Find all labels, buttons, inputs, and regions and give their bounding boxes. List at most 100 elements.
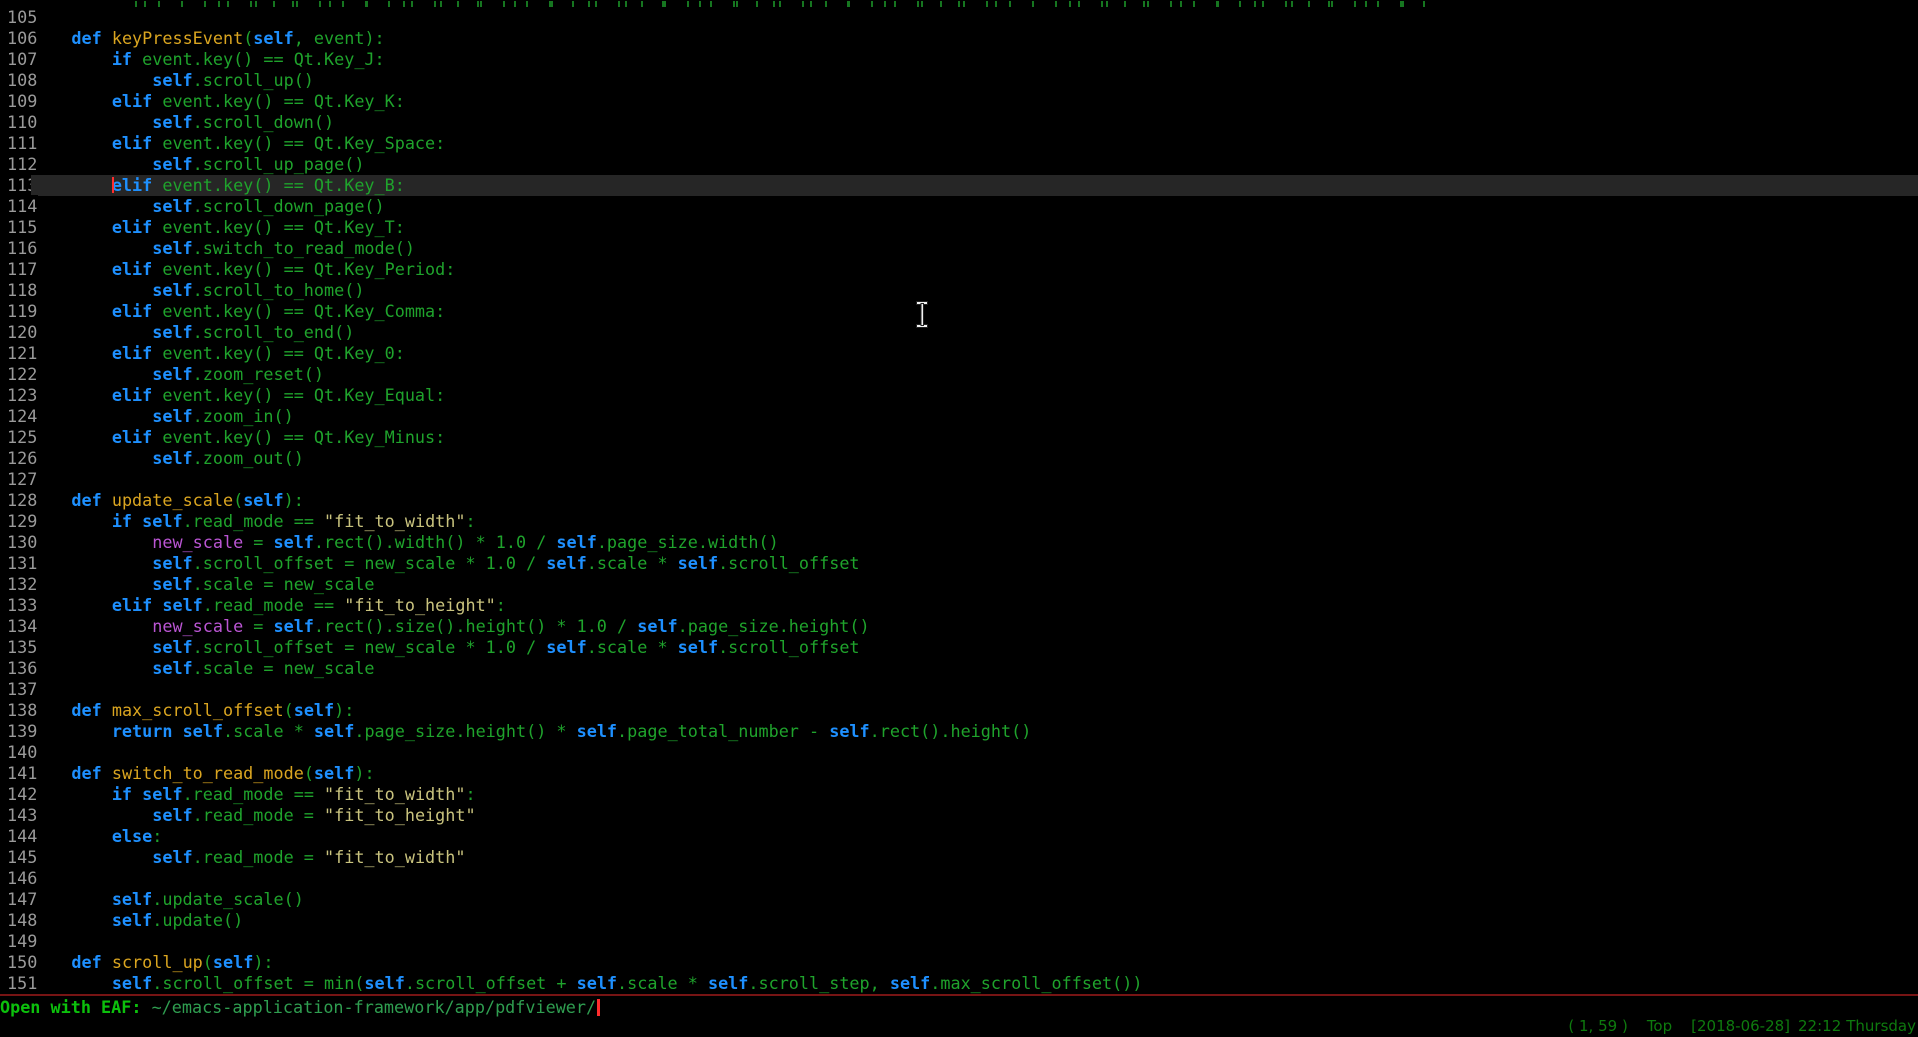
- code-line[interactable]: 122 self.zoom_reset(): [0, 364, 1918, 385]
- code-text: elif event.key() == Qt.Key_Period:: [31, 259, 455, 279]
- code-line[interactable]: 131 self.scroll_offset = new_scale * 1.0…: [0, 553, 1918, 574]
- code-line[interactable]: 147 self.update_scale(): [0, 889, 1918, 910]
- code-text: else:: [31, 826, 162, 846]
- code-line[interactable]: 141 def switch_to_read_mode(self):: [0, 763, 1918, 784]
- code-line[interactable]: 105: [0, 7, 1918, 28]
- code-line[interactable]: 112 self.scroll_up_page(): [0, 154, 1918, 175]
- code-line[interactable]: 132 self.scale = new_scale: [0, 574, 1918, 595]
- code-line[interactable]: 140: [0, 742, 1918, 763]
- code-text: elif self.read_mode == "fit_to_height":: [31, 595, 506, 615]
- code-line[interactable]: 134 new_scale = self.rect().size().heigh…: [0, 616, 1918, 637]
- code-text: self.scroll_offset = new_scale * 1.0 / s…: [31, 553, 860, 573]
- code-text: elif event.key() == Qt.Key_B:: [31, 175, 405, 195]
- code-text: elif event.key() == Qt.Key_K:: [31, 91, 405, 111]
- status-time: 22:12: [1798, 1017, 1841, 1035]
- code-text: new_scale = self.rect().width() * 1.0 / …: [31, 532, 779, 552]
- code-text: def switch_to_read_mode(self):: [31, 763, 375, 783]
- line-number: 150: [0, 952, 31, 973]
- code-line[interactable]: 138 def max_scroll_offset(self):: [0, 700, 1918, 721]
- code-line[interactable]: 127: [0, 469, 1918, 490]
- code-text: return self.scale * self.page_size.heigh…: [31, 721, 1031, 741]
- code-line[interactable]: 143 self.read_mode = "fit_to_height": [0, 805, 1918, 826]
- code-line[interactable]: 113 elif event.key() == Qt.Key_B:: [0, 175, 1918, 196]
- minibuffer[interactable]: Open with EAF: ~/emacs-application-frame…: [0, 996, 1918, 1017]
- code-text: def update_scale(self):: [31, 490, 304, 510]
- code-area[interactable]: 105106 def keyPressEvent(self, event):10…: [0, 0, 1918, 994]
- code-line[interactable]: 133 elif self.read_mode == "fit_to_heigh…: [0, 595, 1918, 616]
- code-line[interactable]: 117 elif event.key() == Qt.Key_Period:: [0, 259, 1918, 280]
- code-line[interactable]: 119 elif event.key() == Qt.Key_Comma:: [0, 301, 1918, 322]
- code-line[interactable]: 110 self.scroll_down(): [0, 112, 1918, 133]
- code-line[interactable]: 129 if self.read_mode == "fit_to_width":: [0, 511, 1918, 532]
- code-line[interactable]: 151 self.scroll_offset = min(self.scroll…: [0, 973, 1918, 994]
- code-line[interactable]: 150 def scroll_up(self):: [0, 952, 1918, 973]
- code-line[interactable]: 142 if self.read_mode == "fit_to_width":: [0, 784, 1918, 805]
- line-number: 129: [0, 511, 31, 532]
- code-line[interactable]: 137: [0, 679, 1918, 700]
- line-number: 109: [0, 91, 31, 112]
- code-line[interactable]: 139 return self.scale * self.page_size.h…: [0, 721, 1918, 742]
- status-date: [2018-06-28]: [1691, 1017, 1790, 1035]
- line-number: 146: [0, 868, 31, 889]
- code-text: self.zoom_in(): [31, 406, 294, 426]
- code-text: elif event.key() == Qt.Key_Space:: [31, 133, 445, 153]
- code-text: self.scroll_offset = new_scale * 1.0 / s…: [31, 637, 860, 657]
- code-line[interactable]: 115 elif event.key() == Qt.Key_T:: [0, 217, 1918, 238]
- code-text: self.scroll_to_end(): [31, 322, 354, 342]
- line-number: 107: [0, 49, 31, 70]
- code-line[interactable]: 118 self.scroll_to_home(): [0, 280, 1918, 301]
- minibuffer-input[interactable]: ~/emacs-application-framework/app/pdfvie…: [152, 997, 597, 1017]
- code-text: def scroll_up(self):: [31, 952, 274, 972]
- line-number: 145: [0, 847, 31, 868]
- code-line[interactable]: 120 self.scroll_to_end(): [0, 322, 1918, 343]
- code-line[interactable]: 116 self.switch_to_read_mode(): [0, 238, 1918, 259]
- code-line[interactable]: 114 self.scroll_down_page(): [0, 196, 1918, 217]
- line-number: 130: [0, 532, 31, 553]
- code-text: if event.key() == Qt.Key_J:: [31, 49, 385, 69]
- code-line[interactable]: 124 self.zoom_in(): [0, 406, 1918, 427]
- line-number: 122: [0, 364, 31, 385]
- emacs-frame: 105106 def keyPressEvent(self, event):10…: [0, 0, 1918, 1037]
- code-text: self.scroll_up(): [31, 70, 314, 90]
- line-number: 118: [0, 280, 31, 301]
- code-text: self.scroll_up_page(): [31, 154, 364, 174]
- code-line[interactable]: 121 elif event.key() == Qt.Key_0:: [0, 343, 1918, 364]
- code-line[interactable]: 125 elif event.key() == Qt.Key_Minus:: [0, 427, 1918, 448]
- code-line[interactable]: 108 self.scroll_up(): [0, 70, 1918, 91]
- line-number: 137: [0, 679, 31, 700]
- line-number: 126: [0, 448, 31, 469]
- code-line[interactable]: 148 self.update(): [0, 910, 1918, 931]
- code-line[interactable]: 146: [0, 868, 1918, 889]
- line-number: 115: [0, 217, 31, 238]
- code-text: self.scale = new_scale: [31, 658, 375, 678]
- code-line[interactable]: 128 def update_scale(self):: [0, 490, 1918, 511]
- code-line[interactable]: 145 self.read_mode = "fit_to_width": [0, 847, 1918, 868]
- line-number: 142: [0, 784, 31, 805]
- line-number: 149: [0, 931, 31, 952]
- line-number: 147: [0, 889, 31, 910]
- code-text: elif event.key() == Qt.Key_Minus:: [31, 427, 445, 447]
- line-number: 111: [0, 133, 31, 154]
- code-text: self.scroll_down(): [31, 112, 334, 132]
- code-text: self.scroll_to_home(): [31, 280, 364, 300]
- line-number: 120: [0, 322, 31, 343]
- code-line[interactable]: 136 self.scale = new_scale: [0, 658, 1918, 679]
- code-line[interactable]: 109 elif event.key() == Qt.Key_K:: [0, 91, 1918, 112]
- code-line[interactable]: 130 new_scale = self.rect().width() * 1.…: [0, 532, 1918, 553]
- code-line[interactable]: 107 if event.key() == Qt.Key_J:: [0, 49, 1918, 70]
- code-line[interactable]: 126 self.zoom_out(): [0, 448, 1918, 469]
- code-line[interactable]: 123 elif event.key() == Qt.Key_Equal:: [0, 385, 1918, 406]
- code-line[interactable]: 149: [0, 931, 1918, 952]
- line-number: 124: [0, 406, 31, 427]
- scroll-indicator: Top: [1647, 1017, 1672, 1035]
- code-text: def keyPressEvent(self, event):: [31, 28, 385, 48]
- code-line[interactable]: 106 def keyPressEvent(self, event):: [0, 28, 1918, 49]
- code-line[interactable]: 135 self.scroll_offset = new_scale * 1.0…: [0, 637, 1918, 658]
- code-line[interactable]: 111 elif event.key() == Qt.Key_Space:: [0, 133, 1918, 154]
- code-text: self.switch_to_read_mode(): [31, 238, 415, 258]
- code-line[interactable]: 144 else:: [0, 826, 1918, 847]
- line-number: 105: [0, 7, 31, 28]
- line-number: 112: [0, 154, 31, 175]
- line-number: 132: [0, 574, 31, 595]
- line-number: 114: [0, 196, 31, 217]
